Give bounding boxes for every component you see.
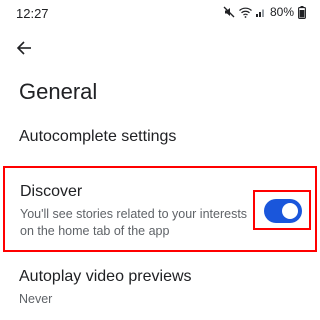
discover-toggle[interactable] bbox=[264, 199, 302, 223]
discover-description: You'll see stories related to your inter… bbox=[20, 207, 248, 238]
autoplay-value: Never bbox=[19, 292, 53, 306]
setting-autocomplete[interactable]: Autocomplete settings bbox=[19, 128, 176, 146]
status-icons: 80% bbox=[223, 5, 306, 19]
battery-icon bbox=[298, 5, 306, 19]
status-time: 12:27 bbox=[16, 6, 49, 21]
discover-toggle-highlight bbox=[253, 190, 311, 230]
status-bar: 12:27 80% bbox=[0, 0, 320, 26]
discover-label: Discover bbox=[20, 183, 83, 200]
page-title: General bbox=[19, 79, 98, 104]
setting-autoplay[interactable]: Autoplay video previews bbox=[19, 268, 192, 286]
toggle-knob bbox=[282, 203, 298, 219]
setting-discover[interactable]: Discover You'll see stories related to y… bbox=[3, 166, 317, 252]
signal-icon bbox=[255, 7, 266, 17]
back-button[interactable] bbox=[12, 38, 36, 62]
wifi-icon bbox=[239, 7, 252, 18]
arrow-back-icon bbox=[16, 40, 32, 61]
battery-percent: 80% bbox=[269, 5, 294, 19]
mute-icon bbox=[223, 6, 235, 18]
